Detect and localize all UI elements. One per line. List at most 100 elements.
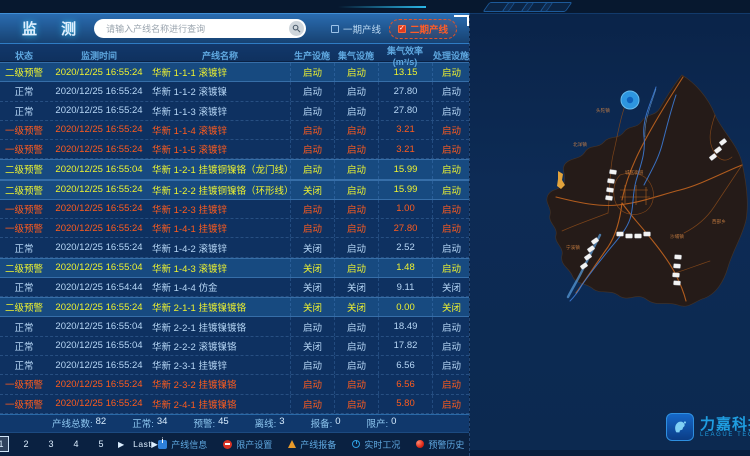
column-header-gas: 集气设施	[334, 49, 378, 62]
site-marker[interactable]	[635, 234, 642, 238]
table-row[interactable]: 正常 2020/12/25 16:55:24 华新 1-1-3 滚镀锌 启动 启…	[0, 102, 469, 121]
table-row[interactable]: 二级预警 2020/12/25 16:55:24 华新 2-1-1 挂镀镍镀铬 …	[0, 297, 469, 317]
site-marker[interactable]	[607, 178, 615, 183]
treatment-facility-cell: 启动	[432, 238, 470, 256]
map-town-label: 沙埔镇	[670, 233, 684, 240]
treatment-facility-cell: 启动	[432, 102, 470, 120]
search-icon	[292, 24, 301, 33]
site-marker[interactable]	[673, 264, 680, 269]
legend-label: 预警历史	[428, 438, 464, 451]
table-body: 二级预警 2020/12/25 16:55:24 华新 1-1-1 滚镀锌 启动…	[0, 62, 469, 414]
table-row[interactable]: 一级预警 2020/12/25 16:55:24 华新 2-4-1 挂镀镍铬 启…	[0, 395, 469, 414]
production-facility-cell: 启动	[290, 356, 334, 374]
line-name-cell: 华新 2-3-1 挂镀锌	[150, 358, 290, 372]
production-facility-cell: 启动	[290, 395, 334, 413]
site-marker[interactable]	[609, 169, 617, 174]
table-row[interactable]: 正常 2020/12/25 16:55:04 华新 2-2-2 滚镀镍铬 关闭 …	[0, 337, 469, 356]
search-box[interactable]	[94, 19, 306, 38]
brand-logo-text: 力嘉科技 LEAGUE TECH	[700, 417, 750, 438]
time-cell: 2020/12/25 16:55:04	[48, 262, 150, 273]
line-name-cell: 华新 1-4-2 滚镀锌	[150, 241, 290, 255]
status-cell: 一级预警	[0, 202, 48, 216]
table-row[interactable]: 正常 2020/12/25 16:55:24 华新 1-1-2 滚镀镍 启动 启…	[0, 82, 469, 101]
line-name-cell: 华新 1-2-1 挂镀铜镍铬（龙门线）	[150, 162, 290, 176]
line-name-cell: 华新 1-2-3 挂镀锌	[150, 202, 290, 216]
table-row[interactable]: 正常 2020/12/25 16:55:24 华新 2-3-1 挂镀锌 启动 启…	[0, 356, 469, 375]
time-cell: 2020/12/25 16:55:24	[48, 67, 150, 78]
table-row[interactable]: 二级预警 2020/12/25 16:55:24 华新 1-1-1 滚镀锌 启动…	[0, 62, 469, 82]
table-row[interactable]: 二级预警 2020/12/25 16:55:04 华新 1-4-3 滚镀锌 关闭…	[0, 258, 469, 278]
treatment-facility-cell: 启动	[432, 63, 470, 81]
treatment-facility-cell: 启动	[432, 375, 470, 393]
production-facility-cell: 启动	[290, 219, 334, 237]
gas-facility-cell: 启动	[334, 356, 378, 374]
time-cell: 2020/12/25 16:55:04	[48, 164, 150, 175]
search-button[interactable]	[289, 21, 304, 36]
time-cell: 2020/12/25 16:55:24	[48, 242, 150, 253]
top-decorative-strip	[0, 0, 750, 14]
site-marker[interactable]	[644, 232, 651, 236]
treatment-facility-cell: 启动	[432, 181, 470, 199]
time-cell: 2020/12/25 16:55:24	[48, 144, 150, 155]
footer-bar: 12345▶Last▶ 产线信息限产设置产线报备实时工况预警历史	[0, 432, 469, 456]
line-name-cell: 华新 2-2-2 滚镀镍铬	[150, 339, 290, 353]
site-marker[interactable]	[673, 281, 680, 286]
site-marker[interactable]	[617, 232, 624, 236]
status-cell: 正常	[0, 320, 48, 334]
brand-logo-icon	[666, 413, 694, 441]
table-row[interactable]: 正常 2020/12/25 16:54:44 华新 1-4-4 仿金 关闭 关闭…	[0, 278, 469, 297]
map-town-label: 城区街道	[625, 169, 644, 176]
line-name-cell: 华新 1-1-4 滚镀锌	[150, 123, 290, 137]
production-facility-cell: 关闭	[290, 278, 334, 296]
last-page-button[interactable]: Last▶	[133, 439, 158, 450]
table-row[interactable]: 二级预警 2020/12/25 16:55:24 华新 1-2-2 挂镀铜镍铬（…	[0, 180, 469, 200]
status-cell: 正常	[0, 358, 48, 372]
site-marker[interactable]	[606, 187, 614, 192]
column-header-time: 监测时间	[48, 49, 150, 62]
site-marker[interactable]	[674, 255, 681, 260]
table-row[interactable]: 正常 2020/12/25 16:55:24 华新 1-4-2 滚镀锌 关闭 启…	[0, 238, 469, 257]
site-marker[interactable]	[605, 195, 613, 200]
table-row[interactable]: 一级预警 2020/12/25 16:55:24 华新 1-2-3 挂镀锌 启动…	[0, 200, 469, 219]
status-cell: 一级预警	[0, 221, 48, 235]
status-cell: 二级预警	[0, 162, 48, 176]
brand-name-en: LEAGUE TECH	[700, 432, 750, 438]
phase1-checkbox[interactable]: 一期产线	[331, 22, 381, 36]
time-cell: 2020/12/25 16:55:24	[48, 223, 150, 234]
gas-facility-cell: 启动	[334, 238, 378, 256]
production-facility-cell: 关闭	[290, 337, 334, 355]
production-facility-cell: 启动	[290, 102, 334, 120]
table-row[interactable]: 一级预警 2020/12/25 16:55:24 华新 1-4-1 挂镀锌 启动…	[0, 219, 469, 238]
time-cell: 2020/12/25 16:55:24	[48, 203, 150, 214]
gas-facility-cell: 启动	[334, 102, 378, 120]
next-page-button[interactable]: ▶	[118, 440, 124, 449]
search-input[interactable]	[104, 23, 289, 35]
legend-item[interactable]: 产线信息	[158, 438, 207, 451]
table-row[interactable]: 正常 2020/12/25 16:55:04 华新 2-2-1 挂镀镍镀铬 启动…	[0, 317, 469, 336]
legend-label: 产线报备	[300, 438, 336, 451]
site-marker[interactable]	[672, 273, 679, 278]
time-cell: 2020/12/25 16:55:24	[48, 302, 150, 313]
line-name-cell: 华新 1-1-5 滚镀锌	[150, 142, 290, 156]
district-map[interactable]: 头陀镇北洋镇城区街道沙埔镇西部乡宁溪镇	[470, 45, 750, 435]
status-cell: 正常	[0, 241, 48, 255]
production-facility-cell: 启动	[290, 82, 334, 100]
report-icon	[288, 440, 296, 448]
gas-facility-cell: 启动	[334, 121, 378, 139]
page-title: 监 测	[22, 18, 86, 39]
line-name-cell: 华新 2-1-1 挂镀镍镀铬	[150, 300, 290, 314]
line-name-cell: 华新 1-1-2 滚镀镍	[150, 84, 290, 98]
legend-item[interactable]: 预警历史	[416, 438, 464, 451]
table-row[interactable]: 一级预警 2020/12/25 16:55:24 华新 1-1-4 滚镀锌 启动…	[0, 121, 469, 140]
table-row[interactable]: 一级预警 2020/12/25 16:55:24 华新 2-3-2 挂镀镍铬 启…	[0, 375, 469, 394]
legend-item[interactable]: 实时工况	[352, 438, 400, 451]
site-marker[interactable]	[626, 234, 633, 238]
realtime-icon	[352, 440, 360, 448]
phase2-button[interactable]: 二期产线	[389, 19, 457, 39]
legend-item[interactable]: 限产设置	[223, 438, 272, 451]
gas-facility-cell: 启动	[334, 181, 378, 199]
table-row[interactable]: 二级预警 2020/12/25 16:55:04 华新 1-2-1 挂镀铜镍铬（…	[0, 159, 469, 179]
checkbox-icon	[331, 25, 339, 33]
table-row[interactable]: 一级预警 2020/12/25 16:55:24 华新 1-1-5 滚镀锌 启动…	[0, 140, 469, 159]
legend-item[interactable]: 产线报备	[288, 438, 336, 451]
